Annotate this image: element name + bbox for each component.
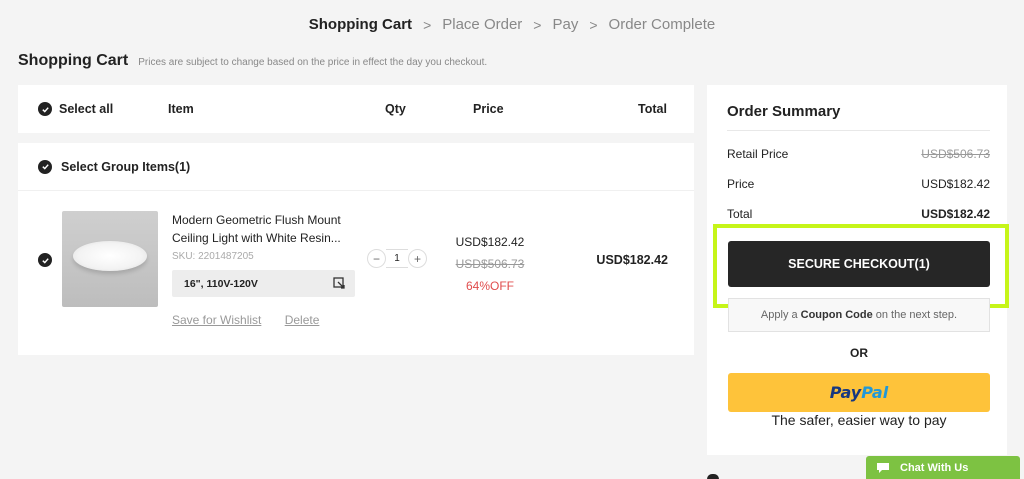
order-summary-title: Order Summary: [727, 85, 990, 131]
cart-table-header: Select all Item Qty Price Total: [18, 85, 694, 133]
group-checkbox[interactable]: [38, 159, 52, 174]
item-actions: Save for Wishlist Delete: [172, 313, 339, 327]
original-price: USD$506.73: [455, 257, 525, 271]
paypal-tagline: The safer, easier way to pay: [771, 412, 947, 428]
select-all-label[interactable]: Select all: [59, 102, 113, 116]
current-price: USD$182.42: [455, 235, 525, 249]
product-image[interactable]: [62, 211, 158, 307]
scroll-indicator: [707, 474, 719, 479]
item-total: USD$182.42: [596, 253, 668, 267]
page-heading: Shopping Cart Prices are subject to chan…: [18, 52, 487, 70]
quantity-value[interactable]: 1: [386, 249, 408, 268]
retail-price-value: USD$506.73: [921, 147, 990, 161]
select-all-checkbox[interactable]: [38, 102, 52, 116]
group-label[interactable]: Select Group Items(1): [61, 160, 190, 174]
checkout-steps: Shopping Cart > Place Order > Pay > Orde…: [0, 16, 1024, 33]
retail-price-label: Retail Price: [727, 147, 789, 161]
chevron-right-icon: >: [423, 16, 432, 33]
check-icon: [41, 257, 49, 264]
chat-with-us-button[interactable]: Chat With Us: [866, 456, 1020, 479]
check-icon: [41, 106, 49, 113]
group-header: Select Group Items(1): [18, 143, 694, 191]
edit-icon[interactable]: [333, 277, 345, 289]
delete-link[interactable]: Delete: [285, 313, 320, 327]
price-row: Price USD$182.42: [727, 169, 990, 199]
or-divider: OR: [850, 346, 868, 360]
variant-selector[interactable]: 16", 110V-120V: [172, 270, 355, 297]
coupon-pre: Apply a: [760, 309, 798, 321]
variant-label: 16", 110V-120V: [184, 277, 258, 290]
ceiling-light-image: [73, 241, 147, 271]
increase-qty-button[interactable]: +: [408, 249, 427, 268]
paypal-logo-pal: Pal: [861, 383, 889, 402]
quantity-stepper: − 1 +: [367, 249, 429, 268]
price-note: Prices are subject to change based on th…: [138, 57, 488, 68]
column-item: Item: [168, 102, 194, 116]
discount-badge: 64%OFF: [465, 279, 514, 293]
retail-price-row: Retail Price USD$506.73: [727, 139, 990, 169]
product-sku: SKU: 2201487205: [172, 251, 254, 262]
column-qty: Qty: [385, 102, 406, 116]
item-checkbox[interactable]: [38, 253, 52, 267]
step-place-order: Place Order: [442, 16, 523, 33]
cart-item-row: Modern Geometric Flush Mount Ceiling Lig…: [18, 191, 694, 355]
coupon-hint: Apply a Coupon Code on the next step.: [728, 298, 990, 332]
step-shopping-cart: Shopping Cart: [308, 16, 413, 33]
decrease-qty-button[interactable]: −: [367, 249, 386, 268]
total-value: USD$182.42: [921, 207, 990, 221]
column-price: Price: [473, 102, 504, 116]
step-order-complete: Order Complete: [608, 16, 716, 33]
coupon-code-label: Coupon Code: [800, 309, 873, 321]
step-pay: Pay: [552, 16, 579, 33]
paypal-button[interactable]: Pay Pal: [728, 373, 990, 412]
chevron-right-icon: >: [533, 16, 542, 33]
column-total: Total: [638, 102, 667, 116]
chat-bubble-icon: [877, 462, 889, 473]
coupon-post: on the next step.: [875, 309, 958, 321]
paypal-logo-pay: Pay: [829, 383, 862, 402]
price-label: Price: [727, 177, 755, 191]
price-value: USD$182.42: [921, 177, 990, 191]
check-icon: [41, 164, 49, 170]
price-column: USD$182.42 USD$506.73 64%OFF: [446, 231, 534, 297]
total-label: Total: [727, 207, 753, 221]
page-title: Shopping Cart: [18, 52, 129, 69]
cart-group: Select Group Items(1) Modern Geometric F…: [18, 143, 694, 355]
chevron-right-icon: >: [589, 16, 598, 33]
save-for-wishlist-link[interactable]: Save for Wishlist: [172, 313, 261, 327]
product-name[interactable]: Modern Geometric Flush Mount Ceiling Lig…: [172, 211, 362, 247]
secure-checkout-button[interactable]: SECURE CHECKOUT(1): [728, 241, 990, 287]
chat-label: Chat With Us: [900, 461, 969, 474]
